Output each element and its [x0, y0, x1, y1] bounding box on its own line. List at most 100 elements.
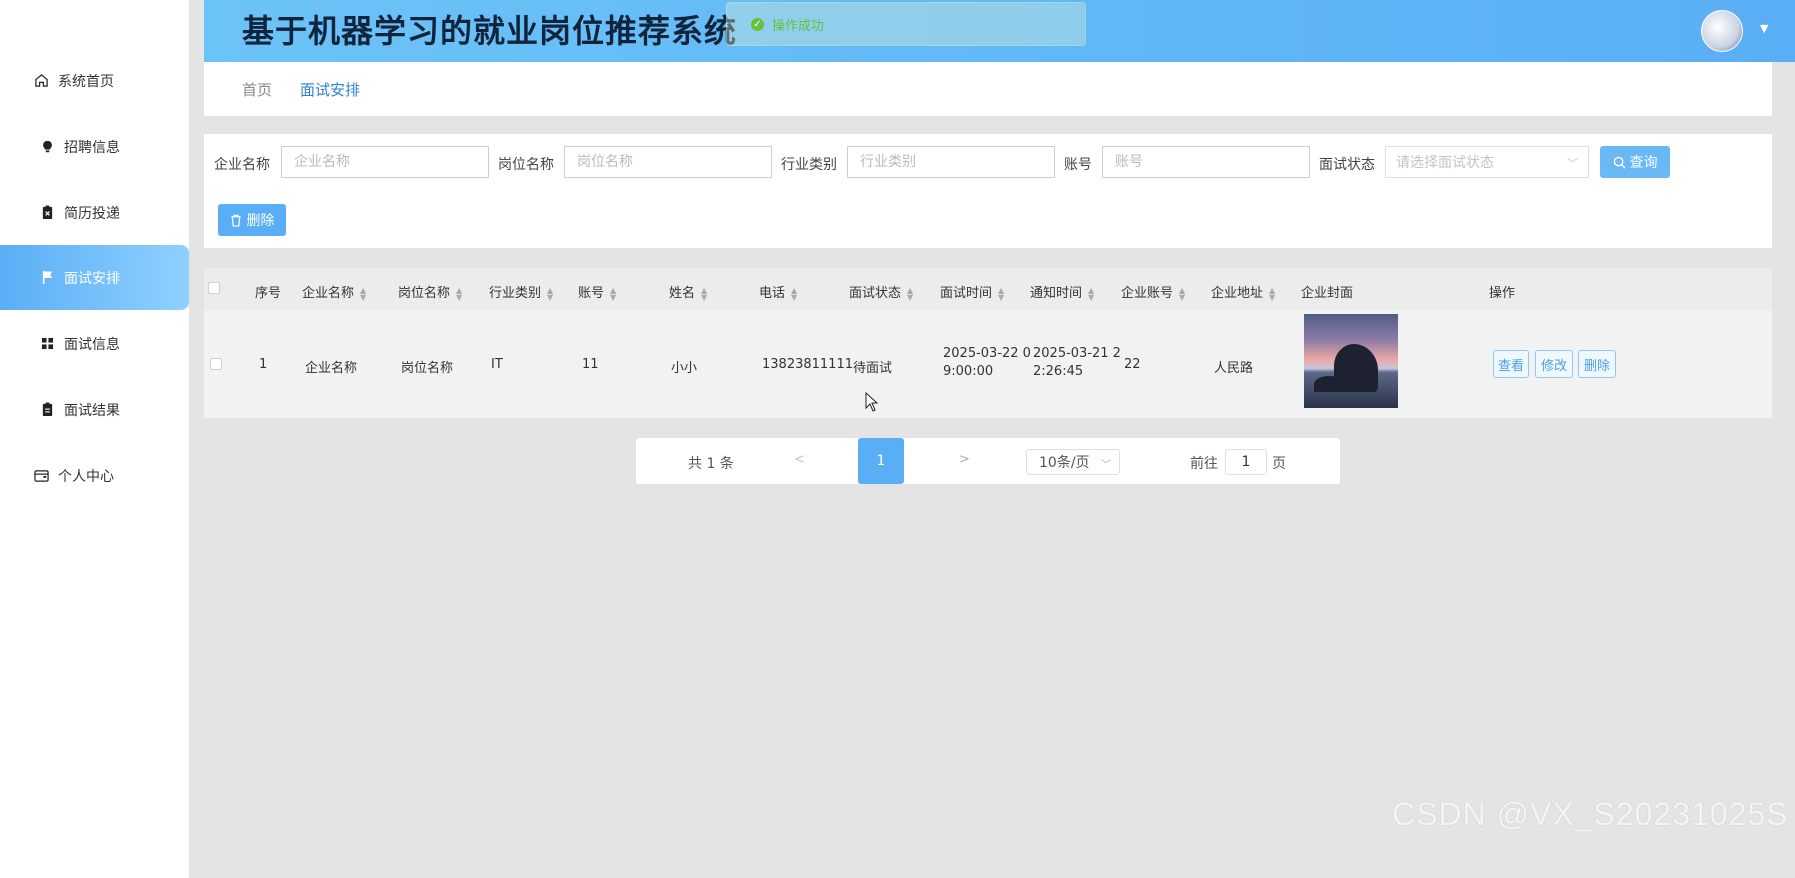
- sidebar-item-resume[interactable]: 简历投递: [0, 180, 189, 245]
- sidebar-item-home[interactable]: 系统首页: [0, 48, 189, 113]
- th-company[interactable]: 企业名称 ▲ ▼: [302, 282, 366, 301]
- prev-page-button[interactable]: <: [794, 452, 805, 467]
- th-label: 电话: [759, 286, 786, 301]
- sidebar-item-interview-info[interactable]: 面试信息: [0, 311, 189, 376]
- sort-icon[interactable]: ▲ ▼: [1179, 286, 1185, 301]
- success-toast: ✓ 操作成功: [726, 2, 1086, 46]
- sort-icon[interactable]: ▲ ▼: [907, 286, 913, 301]
- edit-button[interactable]: 修改: [1535, 350, 1573, 378]
- breadcrumb-current: 面试安排: [300, 80, 361, 99]
- breadcrumb-home[interactable]: 首页: [242, 79, 272, 100]
- th-label: 企业账号: [1121, 286, 1174, 301]
- th-notify-time[interactable]: 通知时间 ▲ ▼: [1030, 282, 1094, 301]
- th-company-address[interactable]: 企业地址 ▲ ▼: [1211, 282, 1275, 301]
- th-account[interactable]: 账号 ▲ ▼: [578, 282, 616, 301]
- top-header: 基于机器学习的就业岗位推荐系统 ✓ 操作成功 ▼: [204, 0, 1795, 62]
- sort-icon[interactable]: ▲ ▼: [610, 286, 616, 301]
- sidebar: 系统首页 招聘信息 简历投递 面试安排 面试信息 面试结果 个人中心: [0, 0, 190, 878]
- sidebar-item-label: 系统首页: [58, 73, 114, 90]
- breadcrumb: 首页 面试安排: [204, 62, 1772, 116]
- table-row: 1 企业名称 岗位名称 IT 11 小小 13823811111 待面试 202…: [204, 310, 1772, 418]
- delete-button[interactable]: 删除: [1578, 350, 1616, 378]
- th-label: 岗位名称: [398, 286, 451, 301]
- th-label: 企业名称: [302, 286, 355, 301]
- account-input[interactable]: [1102, 146, 1310, 178]
- query-button[interactable]: 查询: [1600, 146, 1670, 178]
- cell-company-account: 22: [1124, 357, 1141, 372]
- th-phone[interactable]: 电话 ▲ ▼: [759, 282, 797, 301]
- sidebar-item-label: 面试安排: [64, 270, 120, 287]
- page-size-select[interactable]: 10条/页 ﹀: [1026, 449, 1120, 475]
- check-icon: ✓: [751, 17, 764, 31]
- company-cover-image: [1304, 314, 1398, 408]
- view-button[interactable]: 查看: [1493, 350, 1529, 378]
- goto-page-input[interactable]: [1225, 449, 1267, 475]
- th-position[interactable]: 岗位名称 ▲ ▼: [398, 282, 462, 301]
- th-company-account[interactable]: 企业账号 ▲ ▼: [1121, 282, 1185, 301]
- caret-down-icon[interactable]: ▼: [1760, 22, 1768, 35]
- sort-icon[interactable]: ▲ ▼: [360, 286, 366, 301]
- clipboard-icon: [38, 402, 56, 417]
- industry-input[interactable]: [847, 146, 1055, 178]
- sidebar-item-label: 个人中心: [58, 468, 114, 485]
- cell-notify-time: 2025-03-21 2 2:26:45: [1033, 346, 1121, 383]
- table-header: 序号 企业名称 ▲ ▼ 岗位名称 ▲ ▼ 行业类别 ▲ ▼ 账号 ▲ ▼ 姓名 ▲ ▼ 电话 ▲ ▼ 面…: [204, 268, 1772, 310]
- th-label: 通知时间: [1030, 286, 1083, 301]
- trash-icon: [230, 214, 241, 227]
- th-label: 姓名: [669, 286, 696, 301]
- th-cover: 企业封面: [1301, 286, 1354, 301]
- sidebar-item-interview-schedule[interactable]: 面试安排: [0, 245, 189, 310]
- account-label: 账号: [1064, 157, 1092, 173]
- sort-icon[interactable]: ▲ ▼: [1269, 286, 1275, 301]
- row-checkbox[interactable]: [210, 358, 222, 370]
- th-interview-time[interactable]: 面试时间 ▲ ▼: [940, 282, 1004, 301]
- batch-delete-button[interactable]: 删除: [218, 204, 286, 236]
- goto-label: 前往: [1190, 456, 1218, 472]
- page-1-button[interactable]: 1: [858, 438, 904, 484]
- th-industry[interactable]: 行业类别 ▲ ▼: [489, 282, 553, 301]
- th-label: 面试状态: [849, 286, 902, 301]
- th-label: 企业地址: [1211, 286, 1264, 301]
- sort-icon[interactable]: ▲ ▼: [998, 286, 1004, 301]
- status-label: 面试状态: [1319, 157, 1375, 173]
- home-icon: [32, 73, 50, 88]
- next-page-button[interactable]: >: [959, 452, 970, 467]
- cell-interview-time-line1: 2025-03-22 0: [943, 346, 1031, 361]
- cell-phone: 13823811111: [762, 357, 853, 372]
- status-select-placeholder: 请选择面试状态: [1396, 155, 1494, 171]
- batch-delete-label: 删除: [246, 213, 275, 229]
- industry-label: 行业类别: [781, 157, 837, 173]
- wallet-icon: [32, 469, 50, 483]
- bulb-icon: [38, 140, 56, 154]
- th-name[interactable]: 姓名 ▲ ▼: [669, 282, 707, 301]
- company-input[interactable]: [281, 146, 489, 178]
- th-index: 序号: [255, 286, 282, 301]
- sort-icon[interactable]: ▲ ▼: [547, 286, 553, 301]
- sort-icon[interactable]: ▲ ▼: [1088, 286, 1094, 301]
- chevron-down-icon: ﹀: [1567, 157, 1578, 170]
- position-input[interactable]: [564, 146, 772, 178]
- cell-company-address: 人民路: [1214, 361, 1254, 376]
- th-label: 账号: [578, 286, 605, 301]
- cell-position: 岗位名称: [401, 361, 454, 376]
- interview-table: 序号 企业名称 ▲ ▼ 岗位名称 ▲ ▼ 行业类别 ▲ ▼ 账号 ▲ ▼ 姓名 ▲ ▼ 电话 ▲ ▼ 面…: [204, 268, 1772, 418]
- sort-icon[interactable]: ▲ ▼: [456, 286, 462, 301]
- position-label: 岗位名称: [498, 157, 554, 173]
- cover-rock-shape: [1314, 376, 1344, 392]
- watermark: CSDN @VX_S20231025S: [1392, 796, 1789, 832]
- th-label: 面试时间: [940, 286, 993, 301]
- cell-index: 1: [259, 357, 268, 372]
- avatar[interactable]: [1701, 10, 1743, 52]
- sidebar-item-interview-result[interactable]: 面试结果: [0, 377, 189, 442]
- sidebar-item-recruitment[interactable]: 招聘信息: [0, 114, 189, 179]
- sort-icon[interactable]: ▲ ▼: [791, 286, 797, 301]
- sidebar-item-label: 简历投递: [64, 205, 120, 222]
- select-all-checkbox[interactable]: [208, 282, 220, 294]
- toast-message: 操作成功: [772, 18, 825, 34]
- sidebar-item-profile[interactable]: 个人中心: [0, 443, 189, 508]
- cell-industry: IT: [491, 357, 503, 372]
- cell-company: 企业名称: [305, 361, 358, 376]
- sort-icon[interactable]: ▲ ▼: [701, 286, 707, 301]
- status-select[interactable]: 请选择面试状态 ﹀: [1385, 146, 1589, 178]
- th-status[interactable]: 面试状态 ▲ ▼: [849, 282, 913, 301]
